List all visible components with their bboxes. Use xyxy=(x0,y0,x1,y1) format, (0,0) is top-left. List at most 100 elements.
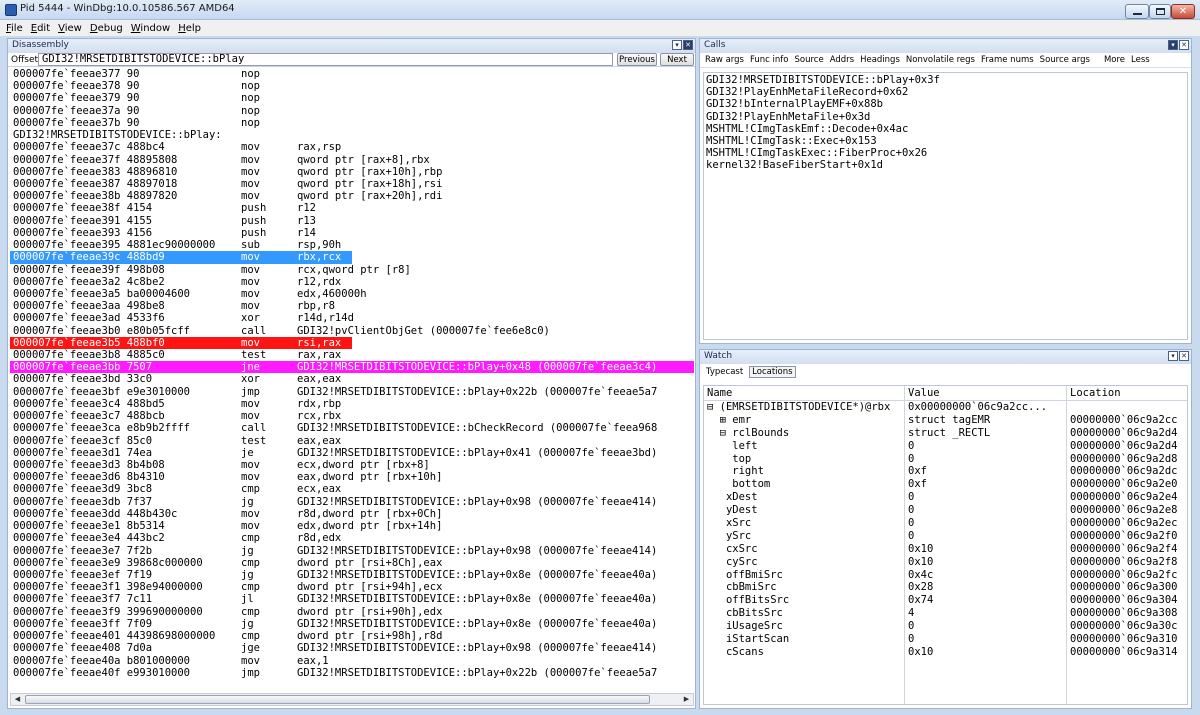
watch-row[interactable]: offBitsSrc 0x74 00000000`06c9a304 xyxy=(704,594,1187,607)
disassembly-line[interactable]: 000007fe`feeae3d9 3bc8 cmp ecx,eax xyxy=(10,483,694,495)
watch-row[interactable]: bottom 0xf 00000000`06c9a2e0 xyxy=(704,478,1187,491)
disassembly-line[interactable]: 000007fe`feeae40f e993010000 jmp GDI32!MRS… xyxy=(10,667,694,679)
watch-row[interactable]: ⊟ (EMRSETDIBITSTODEVICE*)@rbx 0x00000000`… xyxy=(704,401,1187,414)
watch-row[interactable]: cySrc 0x10 00000000`06c9a2f8 xyxy=(704,556,1187,569)
tab-typecast[interactable]: Typecast xyxy=(703,366,746,378)
disassembly-line[interactable]: 000007fe`feeae3ad 4533f6 xor r14d,r14d xyxy=(10,312,694,324)
disassembly-line[interactable]: 000007fe`feeae387 48897018 mov qword ptr [… xyxy=(10,178,694,190)
disassembly-line[interactable]: 000007fe`feeae3cf 85c0 test eax,eax xyxy=(10,435,694,447)
menu-help[interactable]: Help xyxy=(174,23,205,34)
call-stack-frame[interactable]: GDI32!MRSETDIBITSTODEVICE::bPlay+0x3f xyxy=(706,74,1185,86)
watch-row[interactable]: iStartScan 0 00000000`06c9a310 xyxy=(704,633,1187,646)
next-button[interactable]: Next xyxy=(660,53,694,66)
func-info-button[interactable]: Func info xyxy=(747,55,792,65)
close-button[interactable]: ✕ xyxy=(1171,4,1195,19)
disassembly-line[interactable]: 000007fe`feeae3b8 4885c0 test rax,rax xyxy=(10,349,694,361)
watch-row[interactable]: xDest 0 00000000`06c9a2e4 xyxy=(704,491,1187,504)
disassembly-line[interactable]: 000007fe`feeae40a b801000000 mov eax,1 xyxy=(10,655,694,667)
disassembly-line[interactable]: 000007fe`feeae3e1 8b5314 mov edx,dword ptr… xyxy=(10,520,694,532)
watch-row[interactable]: left 0 00000000`06c9a2d4 xyxy=(704,440,1187,453)
menu-view[interactable]: View xyxy=(54,23,86,34)
minimize-button[interactable] xyxy=(1125,4,1149,19)
scroll-right-icon[interactable]: ▶ xyxy=(680,694,693,705)
call-stack-frame[interactable]: GDI32!bInternalPlayEMF+0x88b xyxy=(706,98,1185,110)
horizontal-scrollbar[interactable]: ◀ ▶ xyxy=(10,693,694,706)
pane-menu-icon[interactable]: ▾ xyxy=(1168,40,1178,50)
source-button[interactable]: Source xyxy=(791,55,826,65)
menu-edit[interactable]: Edit xyxy=(27,23,54,34)
disassembly-line[interactable]: 000007fe`feeae3f7 7c11 jl GDI32!MRSETDIBIT… xyxy=(10,593,694,605)
disassembly-label[interactable]: GDI32!MRSETDIBITSTODEVICE::bPlay: xyxy=(10,129,694,141)
call-stack-frame[interactable]: GDI32!PlayEnhMetaFileRecord+0x62 xyxy=(706,86,1185,98)
column-header-location[interactable]: Location xyxy=(1070,387,1121,399)
disassembly-line[interactable]: 000007fe`feeae401 44398698000000 cmp dword… xyxy=(10,630,694,642)
disassembly-line[interactable]: 000007fe`feeae391 4155 push r13 xyxy=(10,215,694,227)
disassembly-line[interactable]: 000007fe`feeae408 7d0a jge GDI32!MRSETDIBI… xyxy=(10,642,694,654)
disassembly-line[interactable]: 000007fe`feeae3b0 e80b05fcff call GDI32!pv… xyxy=(10,325,694,337)
scroll-thumb[interactable] xyxy=(25,695,650,704)
disassembly-line[interactable]: 000007fe`feeae38b 48897820 mov qword ptr [… xyxy=(10,190,694,202)
pane-close-icon[interactable]: ✕ xyxy=(1179,40,1189,50)
disassembly-line[interactable]: 000007fe`feeae3a2 4c8be2 mov r12,rdx xyxy=(10,276,694,288)
disassembly-line[interactable]: 000007fe`feeae379 90 nop xyxy=(10,92,694,104)
disassembly-line[interactable]: 000007fe`feeae3ff 7f09 jg GDI32!MRSETDIBIT… xyxy=(10,618,694,630)
call-stack-frame[interactable]: kernel32!BaseFiberStart+0x1d xyxy=(706,159,1185,171)
disassembly-line[interactable]: 000007fe`feeae3c4 488bd5 mov rdx,rbp xyxy=(10,398,694,410)
disassembly-line[interactable]: 000007fe`feeae3f9 399690000000 cmp dword p… xyxy=(10,606,694,618)
disassembly-line[interactable]: 000007fe`feeae377 90 nop xyxy=(10,68,694,80)
disassembly-line[interactable]: 000007fe`feeae378 90 nop xyxy=(10,80,694,92)
disassembly-line[interactable]: 000007fe`feeae37f 48895808 mov qword ptr [… xyxy=(10,154,694,166)
disassembly-line[interactable]: 000007fe`feeae3bb 7507 jne GDI32!MRSETDIBI… xyxy=(10,361,694,374)
watch-row[interactable]: ⊞ emr struct tagEMR 00000000`06c9a2cc xyxy=(704,414,1187,427)
watch-row[interactable]: top 0 00000000`06c9a2d8 xyxy=(704,453,1187,466)
menu-file[interactable]: File xyxy=(2,23,27,34)
call-stack-frame[interactable]: MSHTML!CImgTask::Exec+0x153 xyxy=(706,135,1185,147)
disassembly-line[interactable]: 000007fe`feeae37a 90 nop xyxy=(10,105,694,117)
watch-row[interactable]: right 0xf 00000000`06c9a2dc xyxy=(704,465,1187,478)
headings-button[interactable]: Headings xyxy=(857,55,903,65)
disassembly-line[interactable]: 000007fe`feeae393 4156 push r14 xyxy=(10,227,694,239)
pane-menu-icon[interactable]: ▾ xyxy=(672,40,682,50)
disassembly-line[interactable]: 000007fe`feeae37b 90 nop xyxy=(10,117,694,129)
disassembly-line[interactable]: 000007fe`feeae3ef 7f19 jg GDI32!MRSETDIBIT… xyxy=(10,569,694,581)
disassembly-listing[interactable]: 000007fe`feeae377 90 nop 000007fe`feeae378… xyxy=(10,68,694,693)
addrs-button[interactable]: Addrs xyxy=(827,55,857,65)
source-args-button[interactable]: Source args xyxy=(1037,55,1093,65)
disassembly-line[interactable]: 000007fe`feeae3db 7f37 jg GDI32!MRSETDIBIT… xyxy=(10,496,694,508)
menu-window[interactable]: Window xyxy=(127,23,174,34)
watch-row[interactable]: cbBmiSrc 0x28 00000000`06c9a300 xyxy=(704,581,1187,594)
call-stack-frame[interactable]: GDI32!PlayEnhMetaFile+0x3d xyxy=(706,111,1185,123)
raw-args-button[interactable]: Raw args xyxy=(702,55,747,65)
disassembly-line[interactable]: 000007fe`feeae3d6 8b4310 mov eax,dword ptr… xyxy=(10,471,694,483)
column-header-name[interactable]: Name xyxy=(707,387,732,399)
disassembly-line[interactable]: 000007fe`feeae3dd 448b430c mov r8d,dword p… xyxy=(10,508,694,520)
pane-menu-icon[interactable]: ▾ xyxy=(1168,351,1178,361)
disassembly-line[interactable]: 000007fe`feeae3e9 39868c000000 cmp dword p… xyxy=(10,557,694,569)
watch-row[interactable]: cScans 0x10 00000000`06c9a314 xyxy=(704,646,1187,659)
disassembly-line[interactable]: 000007fe`feeae383 48896810 mov qword ptr [… xyxy=(10,166,694,178)
disassembly-line[interactable]: 000007fe`feeae3b5 488bf0 mov rsi,rax xyxy=(10,336,352,350)
disassembly-line[interactable]: 000007fe`feeae3aa 498be8 mov rbp,r8 xyxy=(10,300,694,312)
watch-row[interactable]: cbBitsSrc 4 00000000`06c9a308 xyxy=(704,607,1187,620)
disassembly-line[interactable]: 000007fe`feeae3a5 ba00004600 mov edx,46000… xyxy=(10,288,694,300)
pane-close-icon[interactable]: ✕ xyxy=(683,40,693,50)
more-button[interactable]: More xyxy=(1101,55,1128,65)
disassembly-line[interactable]: 000007fe`feeae3f1 398e94000000 cmp dword p… xyxy=(10,581,694,593)
disassembly-line[interactable]: 000007fe`feeae3e4 443bc2 cmp r8d,edx xyxy=(10,532,694,544)
less-button[interactable]: Less xyxy=(1128,55,1153,65)
disassembly-line[interactable]: 000007fe`feeae3bd 33c0 xor eax,eax xyxy=(10,373,694,385)
watch-row[interactable]: xSrc 0 00000000`06c9a2ec xyxy=(704,517,1187,530)
column-header-value[interactable]: Value xyxy=(908,387,940,399)
disassembly-line[interactable]: 000007fe`feeae37c 488bc4 mov rax,rsp xyxy=(10,141,694,153)
tab-locations[interactable]: Locations xyxy=(749,365,796,378)
disassembly-line[interactable]: 000007fe`feeae3bf e9e3010000 jmp GDI32!MRS… xyxy=(10,386,694,398)
call-stack-frame[interactable]: MSHTML!CImgTaskEmf::Decode+0x4ac xyxy=(706,123,1185,135)
disassembly-line[interactable]: 000007fe`feeae3d3 8b4b08 mov ecx,dword ptr… xyxy=(10,459,694,471)
disassembly-line[interactable]: 000007fe`feeae395 4881ec90000000 sub rsp,9… xyxy=(10,239,694,251)
watch-row[interactable]: cxSrc 0x10 00000000`06c9a2f4 xyxy=(704,543,1187,556)
offset-input[interactable]: GDI32!MRSETDIBITSTODEVICE::bPlay xyxy=(38,53,613,66)
call-stack-list[interactable]: GDI32!MRSETDIBITSTODEVICE::bPlay+0x3f GDI… xyxy=(703,72,1188,340)
disassembly-line[interactable]: 000007fe`feeae3ca e8b9b2ffff call GDI32!MR… xyxy=(10,422,694,434)
scroll-left-icon[interactable]: ◀ xyxy=(11,694,24,705)
maximize-button[interactable] xyxy=(1149,4,1171,19)
